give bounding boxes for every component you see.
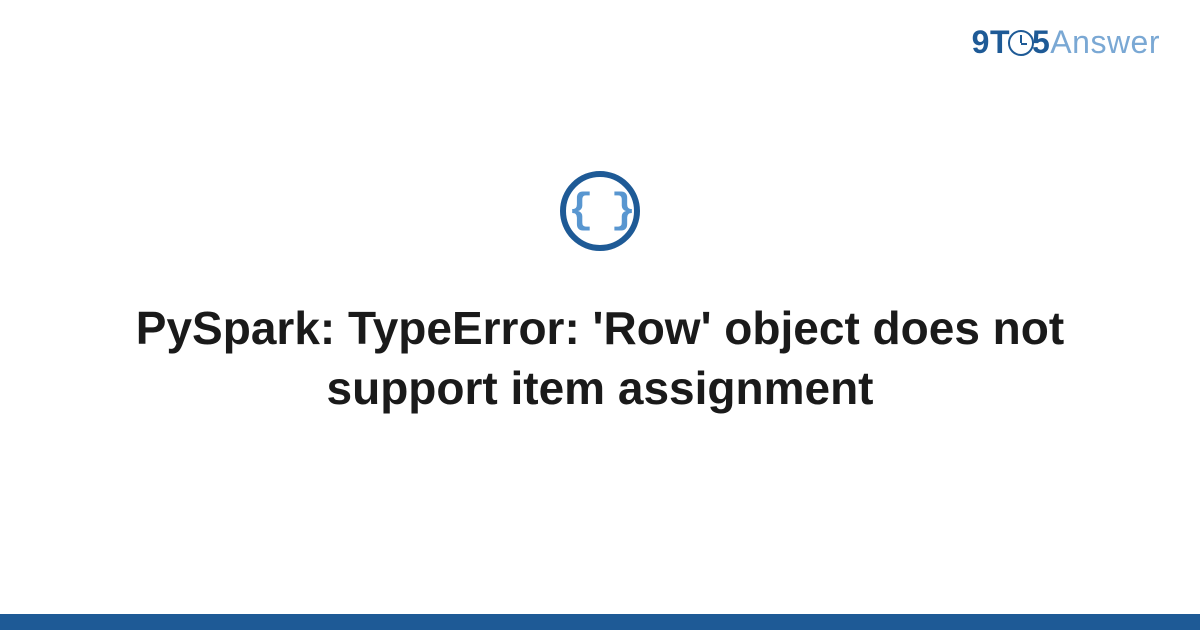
braces-glyph: { } bbox=[568, 190, 632, 232]
code-braces-icon: { } bbox=[560, 171, 640, 251]
question-title: PySpark: TypeError: 'Row' object does no… bbox=[120, 299, 1080, 419]
main-content: { } PySpark: TypeError: 'Row' object doe… bbox=[0, 0, 1200, 630]
footer-accent-bar bbox=[0, 614, 1200, 630]
